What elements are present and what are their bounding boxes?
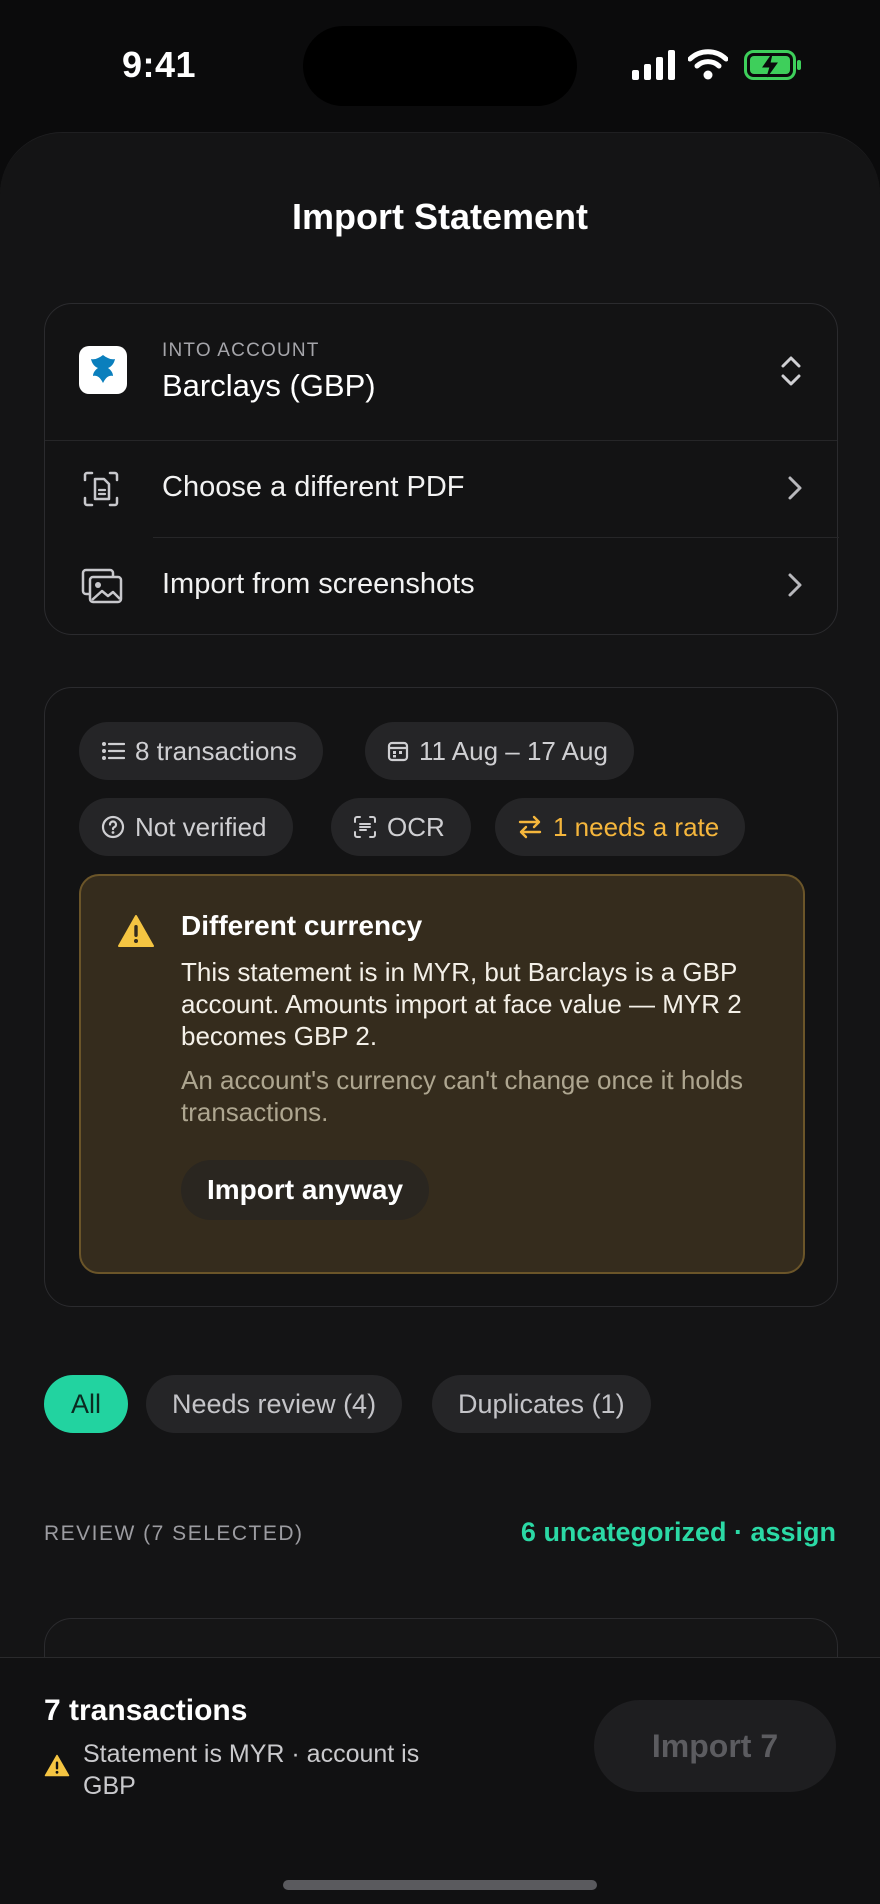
dynamic-island	[303, 26, 577, 106]
import-screenshots-label: Import from screenshots	[162, 568, 475, 600]
assign-categories-link[interactable]: 6 uncategorized · assign	[521, 1517, 836, 1548]
bottom-action-bar: 7 transactions Statement is MYR · accoun…	[0, 1657, 880, 1904]
ocr-label: OCR	[387, 811, 445, 842]
import-anyway-button[interactable]: Import anyway	[181, 1160, 430, 1220]
filter-needs-review[interactable]: Needs review (4)	[146, 1375, 403, 1433]
choose-pdf-label: Choose a different PDF	[162, 471, 465, 503]
needs-rate-pill[interactable]: 1 needs a rate	[495, 798, 746, 856]
needs-rate-label: 1 needs a rate	[553, 811, 720, 842]
question-circle-icon	[101, 815, 125, 839]
wifi-icon	[688, 49, 728, 80]
account-card: INTO ACCOUNT Barclays (GBP) Choose a dif…	[44, 303, 839, 635]
pdf-scan-icon	[83, 471, 119, 507]
filter-duplicates[interactable]: Duplicates (1)	[432, 1375, 651, 1433]
cellular-signal-icon	[632, 50, 675, 80]
transactions-pill: 8 transactions	[79, 722, 323, 780]
account-picker[interactable]: INTO ACCOUNT Barclays (GBP)	[45, 304, 837, 440]
not-verified-pill: Not verified	[79, 798, 293, 856]
not-verified-label: Not verified	[135, 811, 267, 842]
account-name: Barclays (GBP)	[162, 368, 376, 403]
sheet-title: Import Statement	[291, 196, 589, 237]
bank-logo-icon	[79, 346, 127, 394]
chevron-right-icon	[788, 476, 802, 500]
currency-mismatch-note: Statement is MYR · account is GBP	[83, 1740, 420, 1800]
date-range-label: 11 Aug – 17 Aug	[419, 735, 608, 766]
currency-warning-alert: Different currency This statement is in …	[79, 874, 805, 1274]
into-account-caption: INTO ACCOUNT	[162, 340, 320, 361]
alert-body: This statement is in MYR, but Barclays i…	[181, 957, 742, 1051]
exchange-arrows-icon	[518, 815, 542, 839]
filter-all[interactable]: All	[44, 1375, 128, 1433]
chevron-right-icon	[788, 573, 802, 597]
transactions-pill-label: 8 transactions	[135, 735, 297, 766]
warning-triangle-icon	[44, 1754, 70, 1777]
home-indicator[interactable]	[283, 1880, 597, 1890]
alert-note: An account's currency can't change once …	[181, 1065, 744, 1127]
calendar-icon	[387, 741, 409, 762]
statement-summary-card: 8 transactions 11 Aug – 17 Aug Not verif…	[44, 687, 838, 1307]
list-icon	[102, 742, 125, 760]
chevron-up-down-icon	[781, 356, 801, 386]
choose-pdf-row[interactable]: Choose a different PDF	[45, 441, 837, 537]
status-time: 9:41	[122, 44, 197, 85]
alert-title: Different currency	[181, 910, 423, 941]
battery-charging-icon	[744, 50, 801, 80]
warning-triangle-icon	[118, 915, 154, 947]
text-scan-icon	[354, 816, 376, 838]
import-screenshots-row[interactable]: Import from screenshots	[45, 538, 837, 634]
date-range-pill: 11 Aug – 17 Aug	[365, 722, 634, 780]
import-button[interactable]: Import 7	[594, 1700, 836, 1792]
status-bar: 9:41	[0, 0, 880, 130]
screenshots-icon	[81, 568, 123, 604]
review-header: REVIEW (7 SELECTED)	[44, 1522, 304, 1545]
transaction-count: 7 transactions	[44, 1694, 248, 1727]
ocr-pill: OCR	[331, 798, 471, 856]
